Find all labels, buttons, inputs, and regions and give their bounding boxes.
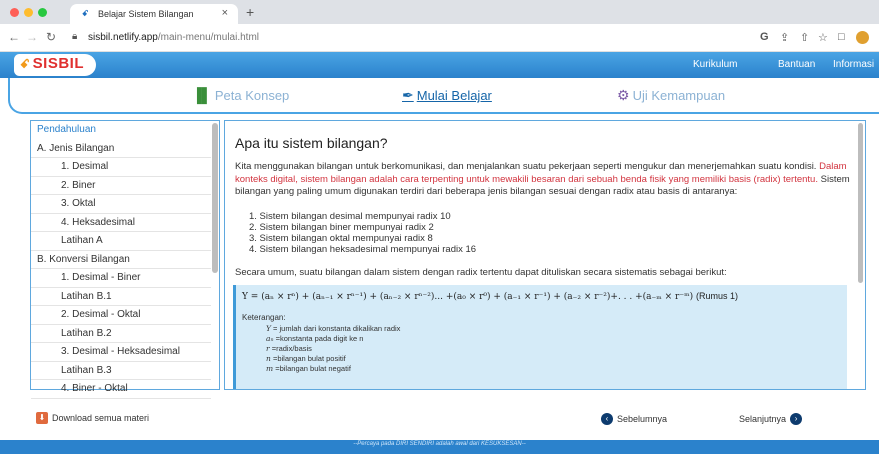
sidebar-item-biner[interactable]: 2. Biner bbox=[31, 177, 211, 195]
window-icon[interactable]: □ bbox=[838, 31, 845, 43]
legend-row: n =bilangan bulat positif bbox=[266, 354, 346, 363]
list-item: 1. Sistem bilangan desimal mempunyai rad… bbox=[249, 211, 451, 222]
legend-symbol: Y bbox=[266, 324, 271, 333]
share-icon[interactable]: ⇪ bbox=[780, 31, 789, 44]
sidebar: Pendahuluan A. Jenis Bilangan 1. Desimal… bbox=[30, 120, 220, 399]
legend-symbol: m bbox=[266, 364, 274, 373]
feather-icon: ✒ bbox=[402, 87, 414, 103]
formula-label: (Rumus 1) bbox=[696, 291, 739, 301]
list-item: 3. Sistem bilangan oktal mempunyai radix… bbox=[249, 233, 433, 244]
browser-tab[interactable]: ꗃ Belajar Sistem Bilangan × bbox=[70, 4, 238, 24]
upload-icon[interactable]: ⇧ bbox=[800, 31, 809, 44]
address-bar[interactable]: 🔒︎ sisbil.netlify.app/main-menu/mulai.ht… bbox=[70, 29, 710, 47]
legend-row: r =radix/basis bbox=[266, 344, 312, 353]
intro-text: Kita menggunakan bilangan untuk berkomun… bbox=[235, 161, 817, 172]
formula-line: Y = (aₙ × rⁿ) + (aₙ₋₁ × rⁿ⁻¹) + (aₙ₋₂ × … bbox=[242, 291, 738, 302]
gear-icon: ⚙ bbox=[617, 87, 630, 103]
next-label: Selanjutnya bbox=[739, 414, 787, 424]
logo-icon: ꗃ bbox=[20, 57, 30, 71]
sidebar-item-heksadesimal[interactable]: 4. Heksadesimal bbox=[31, 214, 211, 232]
menu-kurikulum[interactable]: Kurikulum bbox=[693, 59, 737, 70]
legend-symbol: n bbox=[266, 354, 271, 363]
content-scrollbar[interactable] bbox=[858, 123, 863, 283]
nav-label: Mulai Belajar bbox=[416, 88, 492, 103]
main-nav: ▐▌ Peta Konsep ✒ Mulai Belajar ⚙ Uji Kem… bbox=[8, 78, 879, 114]
profile-icon[interactable] bbox=[856, 31, 869, 44]
menu-bantuan[interactable]: Bantuan bbox=[778, 59, 815, 70]
nav-peta-konsep[interactable]: ▐▌ Peta Konsep bbox=[192, 87, 289, 103]
chevron-right-icon: › bbox=[790, 413, 803, 425]
reload-icon[interactable]: ↻ bbox=[46, 30, 56, 44]
nav-label: Uji Kemampuan bbox=[632, 88, 726, 103]
sidebar-item-latihan-b3[interactable]: Latihan B.3 bbox=[31, 362, 211, 380]
url-text: sisbil.netlify.app/main-menu/mulai.html bbox=[88, 32, 260, 43]
sidebar-list: Pendahuluan A. Jenis Bilangan 1. Desimal… bbox=[31, 121, 211, 399]
browser-toolbar: ← → ↻ 🔒︎ sisbil.netlify.app/main-menu/mu… bbox=[0, 24, 879, 52]
footer-tagline: --Percaya pada DIRI SENDIRI adalah awal … bbox=[353, 441, 526, 447]
legend-desc: =bilangan bulat negatif bbox=[275, 364, 351, 373]
legend-symbol: r bbox=[266, 344, 270, 353]
sidebar-item-desimal-oktal[interactable]: 2. Desimal - Oktal bbox=[31, 306, 211, 325]
site-logo[interactable]: ꗃ SISBIL bbox=[14, 54, 96, 76]
formula-box: Y = (aₙ × rⁿ) + (aₙ₋₁ × rⁿ⁻¹) + (aₙ₋₂ × … bbox=[233, 285, 847, 389]
browser-tabstrip: ꗃ Belajar Sistem Bilangan × + bbox=[0, 0, 879, 24]
google-icon[interactable]: G bbox=[760, 31, 769, 43]
nav-mulai-belajar[interactable]: ✒ Mulai Belajar bbox=[402, 87, 492, 104]
sidebar-item-konversi-bilangan[interactable]: B. Konversi Bilangan bbox=[31, 251, 211, 269]
back-icon[interactable]: ← bbox=[8, 30, 20, 44]
prev-button[interactable]: ‹ Sebelumnya bbox=[601, 413, 667, 425]
sidebar-item-pendahuluan[interactable]: Pendahuluan bbox=[31, 121, 211, 140]
legend-desc: =bilangan bulat positif bbox=[272, 354, 346, 363]
intro-paragraph: Kita menggunakan bilangan untuk berkomun… bbox=[235, 161, 850, 199]
tab-title: Belajar Sistem Bilangan bbox=[98, 9, 194, 19]
new-tab-icon[interactable]: + bbox=[246, 4, 254, 20]
legend-symbol: aₙ bbox=[266, 334, 274, 343]
nav-label: Peta Konsep bbox=[214, 87, 290, 103]
sidebar-item-biner-oktal[interactable]: 4. Biner - Oktal bbox=[31, 380, 211, 399]
sidebar-item-desimal[interactable]: 1. Desimal bbox=[31, 158, 211, 177]
star-icon[interactable]: ☆ bbox=[818, 31, 828, 44]
download-label: Download semua materi bbox=[52, 413, 150, 423]
download-link[interactable]: ⬇ Download semua materi bbox=[36, 412, 149, 424]
lock-icon: 🔒︎ bbox=[72, 31, 78, 42]
sidebar-item-latihan-b2[interactable]: Latihan B.2 bbox=[31, 325, 211, 343]
close-tab-icon[interactable]: × bbox=[222, 7, 228, 19]
sidebar-scrollbar[interactable] bbox=[212, 123, 218, 273]
legend-row: m =bilangan bulat negatif bbox=[266, 364, 351, 373]
menu-informasi[interactable]: Informasi bbox=[833, 59, 874, 70]
list-item: 2. Sistem bilangan biner mempunyai radix… bbox=[249, 222, 434, 233]
chevron-left-icon: ‹ bbox=[601, 413, 613, 425]
legend-desc: =radix/basis bbox=[271, 344, 312, 353]
sidebar-item-desimal-biner[interactable]: 1. Desimal - Biner bbox=[31, 269, 211, 288]
chart-icon: ▐▌ bbox=[192, 87, 212, 103]
formula-intro: Secara umum, suatu bilangan dalam sistem… bbox=[235, 267, 727, 278]
sidebar-item-latihan-a[interactable]: Latihan A bbox=[31, 232, 211, 251]
site-header: ꗃ SISBIL Kurikulum Bantuan Informasi bbox=[0, 52, 879, 78]
logo-text: SISBIL bbox=[32, 55, 84, 72]
minimize-window-dot[interactable] bbox=[24, 8, 33, 17]
radix-list: 1. Sistem bilangan desimal mempunyai rad… bbox=[249, 211, 476, 255]
nav-uji-kemampuan[interactable]: ⚙ Uji Kemampuan bbox=[617, 87, 725, 104]
forward-icon[interactable]: → bbox=[26, 30, 38, 44]
next-button[interactable]: Selanjutnya › bbox=[739, 413, 803, 425]
sidebar-item-latihan-b1[interactable]: Latihan B.1 bbox=[31, 288, 211, 306]
site-favicon-icon: ꗃ bbox=[82, 9, 89, 18]
footer-bar: --Percaya pada DIRI SENDIRI adalah awal … bbox=[0, 440, 879, 454]
sidebar-item-desimal-heksadesimal[interactable]: 3. Desimal - Heksadesimal bbox=[31, 343, 211, 362]
content-panel: Apa itu sistem bilangan? Kita menggunaka… bbox=[224, 120, 866, 390]
legend-desc: =konstanta pada digit ke n bbox=[275, 334, 364, 343]
sidebar-item-oktal[interactable]: 3. Oktal bbox=[31, 195, 211, 214]
legend-desc: = jumlah dari konstanta dikalikan radix bbox=[273, 324, 401, 333]
legend-row: Y = jumlah dari konstanta dikalikan radi… bbox=[266, 324, 400, 333]
maximize-window-dot[interactable] bbox=[38, 8, 47, 17]
formula-text: Y = (aₙ × rⁿ) + (aₙ₋₁ × rⁿ⁻¹) + (aₙ₋₂ × … bbox=[242, 292, 694, 302]
prev-label: Sebelumnya bbox=[617, 414, 668, 424]
sidebar-item-jenis-bilangan[interactable]: A. Jenis Bilangan bbox=[31, 140, 211, 158]
download-icon: ⬇ bbox=[36, 412, 48, 424]
close-window-dot[interactable] bbox=[10, 8, 19, 17]
keterangan-label: Keterangan: bbox=[242, 313, 286, 322]
legend-row: aₙ =konstanta pada digit ke n bbox=[266, 334, 363, 343]
list-item: 4. Sistem bilangan heksadesimal mempunya… bbox=[249, 244, 477, 255]
page-title: Apa itu sistem bilangan? bbox=[235, 135, 388, 151]
